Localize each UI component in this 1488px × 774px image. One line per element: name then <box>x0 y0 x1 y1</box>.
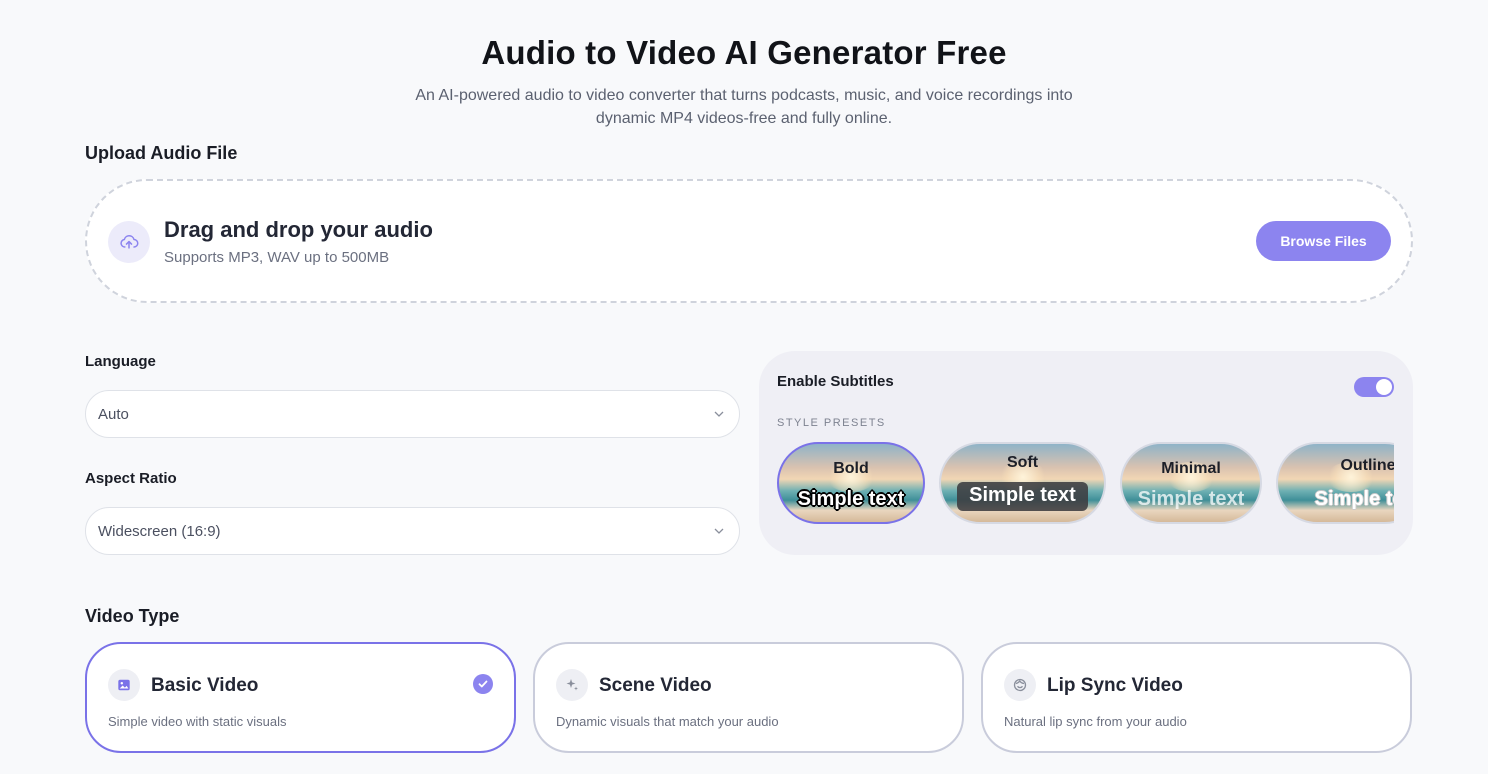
subtitle-line-2: dynamic MP4 videos-free and fully online… <box>595 110 893 127</box>
video-type-section-label: Video Type <box>85 606 180 626</box>
style-presets-row: Bold Simple text Soft Simple text Minima… <box>777 442 1394 524</box>
sparkle-icon <box>556 669 588 701</box>
video-type-desc: Dynamic visuals that match your audio <box>556 714 779 729</box>
aspect-ratio-select[interactable]: Widescreen (16:9) <box>85 507 740 555</box>
aspect-ratio-label: Aspect Ratio <box>85 470 177 487</box>
check-icon <box>473 674 493 694</box>
preset-soft[interactable]: Soft Simple text <box>939 442 1106 524</box>
preset-sample: Simple text <box>957 482 1088 511</box>
language-select[interactable]: Auto <box>85 390 740 438</box>
enable-subtitles-label: Enable Subtitles <box>777 373 894 390</box>
subtitles-toggle[interactable] <box>1354 377 1394 397</box>
video-type-lip-sync[interactable]: Lip Sync Video Natural lip sync from you… <box>981 642 1412 753</box>
video-type-desc: Simple video with static visuals <box>108 714 287 729</box>
preset-name: Bold <box>833 460 869 477</box>
preset-bold[interactable]: Bold Simple text <box>777 442 925 524</box>
preset-sample: Simple text <box>1314 488 1394 510</box>
preset-sample: Simple text <box>1137 488 1245 510</box>
video-type-scene[interactable]: Scene Video Dynamic visuals that match y… <box>533 642 964 753</box>
preset-sample: Simple text <box>797 488 905 510</box>
preset-name: Minimal <box>1161 460 1221 477</box>
dropzone-title: Drag and drop your audio <box>164 217 433 242</box>
video-type-title: Basic Video <box>151 675 259 696</box>
aspect-ratio-select-value: Widescreen (16:9) <box>98 522 221 540</box>
preset-minimal[interactable]: Minimal Simple text <box>1120 442 1262 524</box>
cloud-upload-icon <box>108 221 150 263</box>
preset-name: Soft <box>1006 454 1039 471</box>
chevron-down-icon <box>714 528 724 534</box>
browse-files-button[interactable]: Browse Files <box>1256 221 1391 261</box>
toggle-knob <box>1376 379 1392 395</box>
language-select-value: Auto <box>98 405 129 423</box>
image-icon <box>108 669 140 701</box>
preset-outline[interactable]: Outline Simple text <box>1276 442 1394 524</box>
video-type-desc: Natural lip sync from your audio <box>1004 714 1187 729</box>
style-presets-label: STYLE PRESETS <box>777 417 886 429</box>
preset-name: Outline <box>1340 457 1394 474</box>
language-label: Language <box>85 353 156 370</box>
dropzone-hint: Supports MP3, WAV up to 500MB <box>164 249 390 266</box>
face-icon <box>1004 669 1036 701</box>
chevron-down-icon <box>714 411 724 417</box>
video-type-title: Scene Video <box>599 675 712 696</box>
upload-section-label: Upload Audio File <box>85 143 238 163</box>
page-title: Audio to Video AI Generator Free <box>481 34 1007 71</box>
video-type-title: Lip Sync Video <box>1047 675 1183 696</box>
video-type-basic[interactable]: Basic Video Simple video with static vis… <box>85 642 516 753</box>
subtitle-line-1: An AI-powered audio to video converter t… <box>415 87 1073 104</box>
page-subtitle: An AI-powered audio to video converter t… <box>364 84 1124 130</box>
subtitles-panel: Enable Subtitles STYLE PRESETS Bold Simp… <box>759 351 1413 555</box>
audio-dropzone[interactable]: Drag and drop your audio Supports MP3, W… <box>85 179 1413 303</box>
